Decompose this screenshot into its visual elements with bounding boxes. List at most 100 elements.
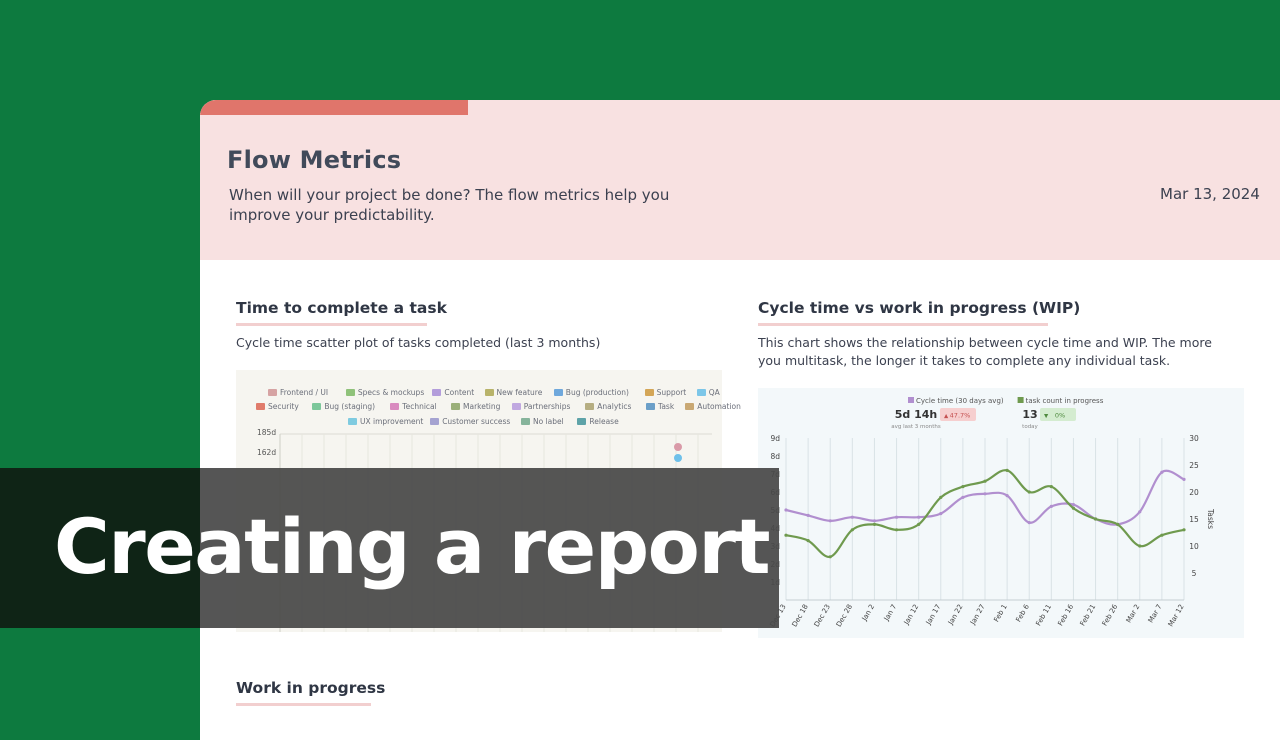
legend-item[interactable]: QA [696,388,720,397]
legend-label: Marketing [463,402,501,411]
legend-swatch [390,403,400,410]
banner-title: Creating a report [54,502,771,591]
x-tick: Feb 11 [1034,603,1053,627]
chart-legend-swatch [908,397,914,403]
legend-swatch [451,403,460,410]
series-point [1182,477,1186,481]
series-point [872,522,877,526]
legend-label: UX improvement [360,417,424,426]
legend-label: Technical [402,402,437,411]
scatter-point [674,443,682,451]
legend-swatch [521,418,530,425]
series-point [1071,506,1076,510]
y-right-tick: 25 [1189,461,1199,470]
series-point [1093,517,1098,521]
legend-label: Frontend / UI [280,388,329,397]
scatter-point [674,454,682,462]
legend-item[interactable]: Marketing [451,402,500,411]
x-tick: Dec 28 [835,603,854,628]
legend-swatch [345,389,355,396]
legend-swatch [577,418,587,425]
legend-label: Task [658,402,675,411]
video-title-banner: Creating a report [0,468,779,628]
section-title-work-in-progress: Work in progress [236,679,386,697]
legend-label: Analytics [597,402,632,411]
x-tick: Jan 2 [860,603,876,623]
legend-swatch [696,389,706,396]
legend-label: No label [533,417,564,426]
section-underline [236,703,371,706]
legend-item[interactable]: Content [432,388,474,397]
kpi-caption: avg last 3 months [891,424,941,430]
x-tick: Dec 18 [791,603,810,628]
legend-label: Specs & mockups [357,388,425,397]
section-description-time-to-complete: Cycle time scatter plot of tasks complet… [236,335,601,350]
header-accent-bar [200,100,468,115]
legend-item[interactable]: Automation [685,402,741,411]
legend-label: Bug (production) [565,388,629,397]
series-point [1027,521,1031,525]
report-title: Flow Metrics [227,146,402,174]
kpi-value: 13 [1022,408,1037,421]
legend-item[interactable]: Bug (production) [553,388,629,397]
section-description-cycle-vs-wip: This chart shows the relationship betwee… [758,335,1212,368]
legend-swatch [430,418,440,425]
series-point [806,513,810,517]
report-subtitle: When will your project be done? The flow… [229,186,670,224]
x-tick: Jan 27 [968,603,986,627]
legend-label: Release [589,417,619,426]
legend-item[interactable]: Support [644,388,687,397]
legend-label: Partnerships [523,402,571,411]
legend-item[interactable]: Analytics [585,402,631,411]
section-title-cycle-vs-wip: Cycle time vs work in progress (WIP) [758,299,1081,317]
legend-item[interactable]: No label [521,417,564,426]
legend-label: Content [444,388,475,397]
legend-item[interactable]: Security [256,402,299,411]
legend-swatch [553,389,563,396]
x-tick: Mar 12 [1167,603,1186,628]
legend-label: Bug (staging) [324,402,376,411]
y-right-tick: 5 [1192,569,1197,578]
legend-label: Support [656,388,687,397]
legend-item[interactable]: New feature [484,388,542,397]
series-point [1027,490,1031,494]
y-right-tick: 30 [1189,434,1199,443]
legend-item[interactable]: Customer success [430,417,510,426]
legend-swatch [256,403,265,410]
section-underline [758,323,1048,326]
x-tick: Feb 26 [1101,603,1120,628]
series-point [1005,494,1009,498]
legend-item[interactable]: Bug (staging) [312,402,375,411]
legend-item[interactable]: UX improvement [348,417,423,426]
series-point [1049,504,1053,508]
series-point [939,495,943,499]
legend-swatch [432,389,442,396]
legend-item[interactable]: Technical [390,402,437,411]
series-point [828,519,832,523]
series-point [828,555,832,559]
legend-item[interactable]: Task [646,402,674,411]
series-point [1160,533,1164,537]
y-right-axis-label: Tasks [1206,508,1215,529]
x-tick: Jan 17 [924,603,942,627]
legend-item[interactable]: Partnerships [511,402,571,411]
chart-legend-swatch [1017,397,1024,403]
y-right-tick: 20 [1189,488,1199,497]
series-point [917,515,921,519]
series-point [894,528,899,532]
legend-item[interactable]: Release [577,417,619,426]
report-date: Mar 13, 2024 [1160,185,1260,203]
legend-swatch [646,403,655,410]
legend-item[interactable]: Specs & mockups [345,388,425,397]
series-point [917,522,921,526]
series-point [983,492,987,496]
series-point [784,508,788,512]
legend-item[interactable]: Frontend / UI [268,388,328,397]
series-point [983,479,987,483]
series-point [1049,485,1053,489]
kpi-caption: today [1022,424,1038,430]
report-document: Flow Metrics When will your project be d… [200,100,1280,740]
legend-swatch [312,403,322,410]
legend-swatch [348,418,357,425]
series-point [872,519,877,523]
